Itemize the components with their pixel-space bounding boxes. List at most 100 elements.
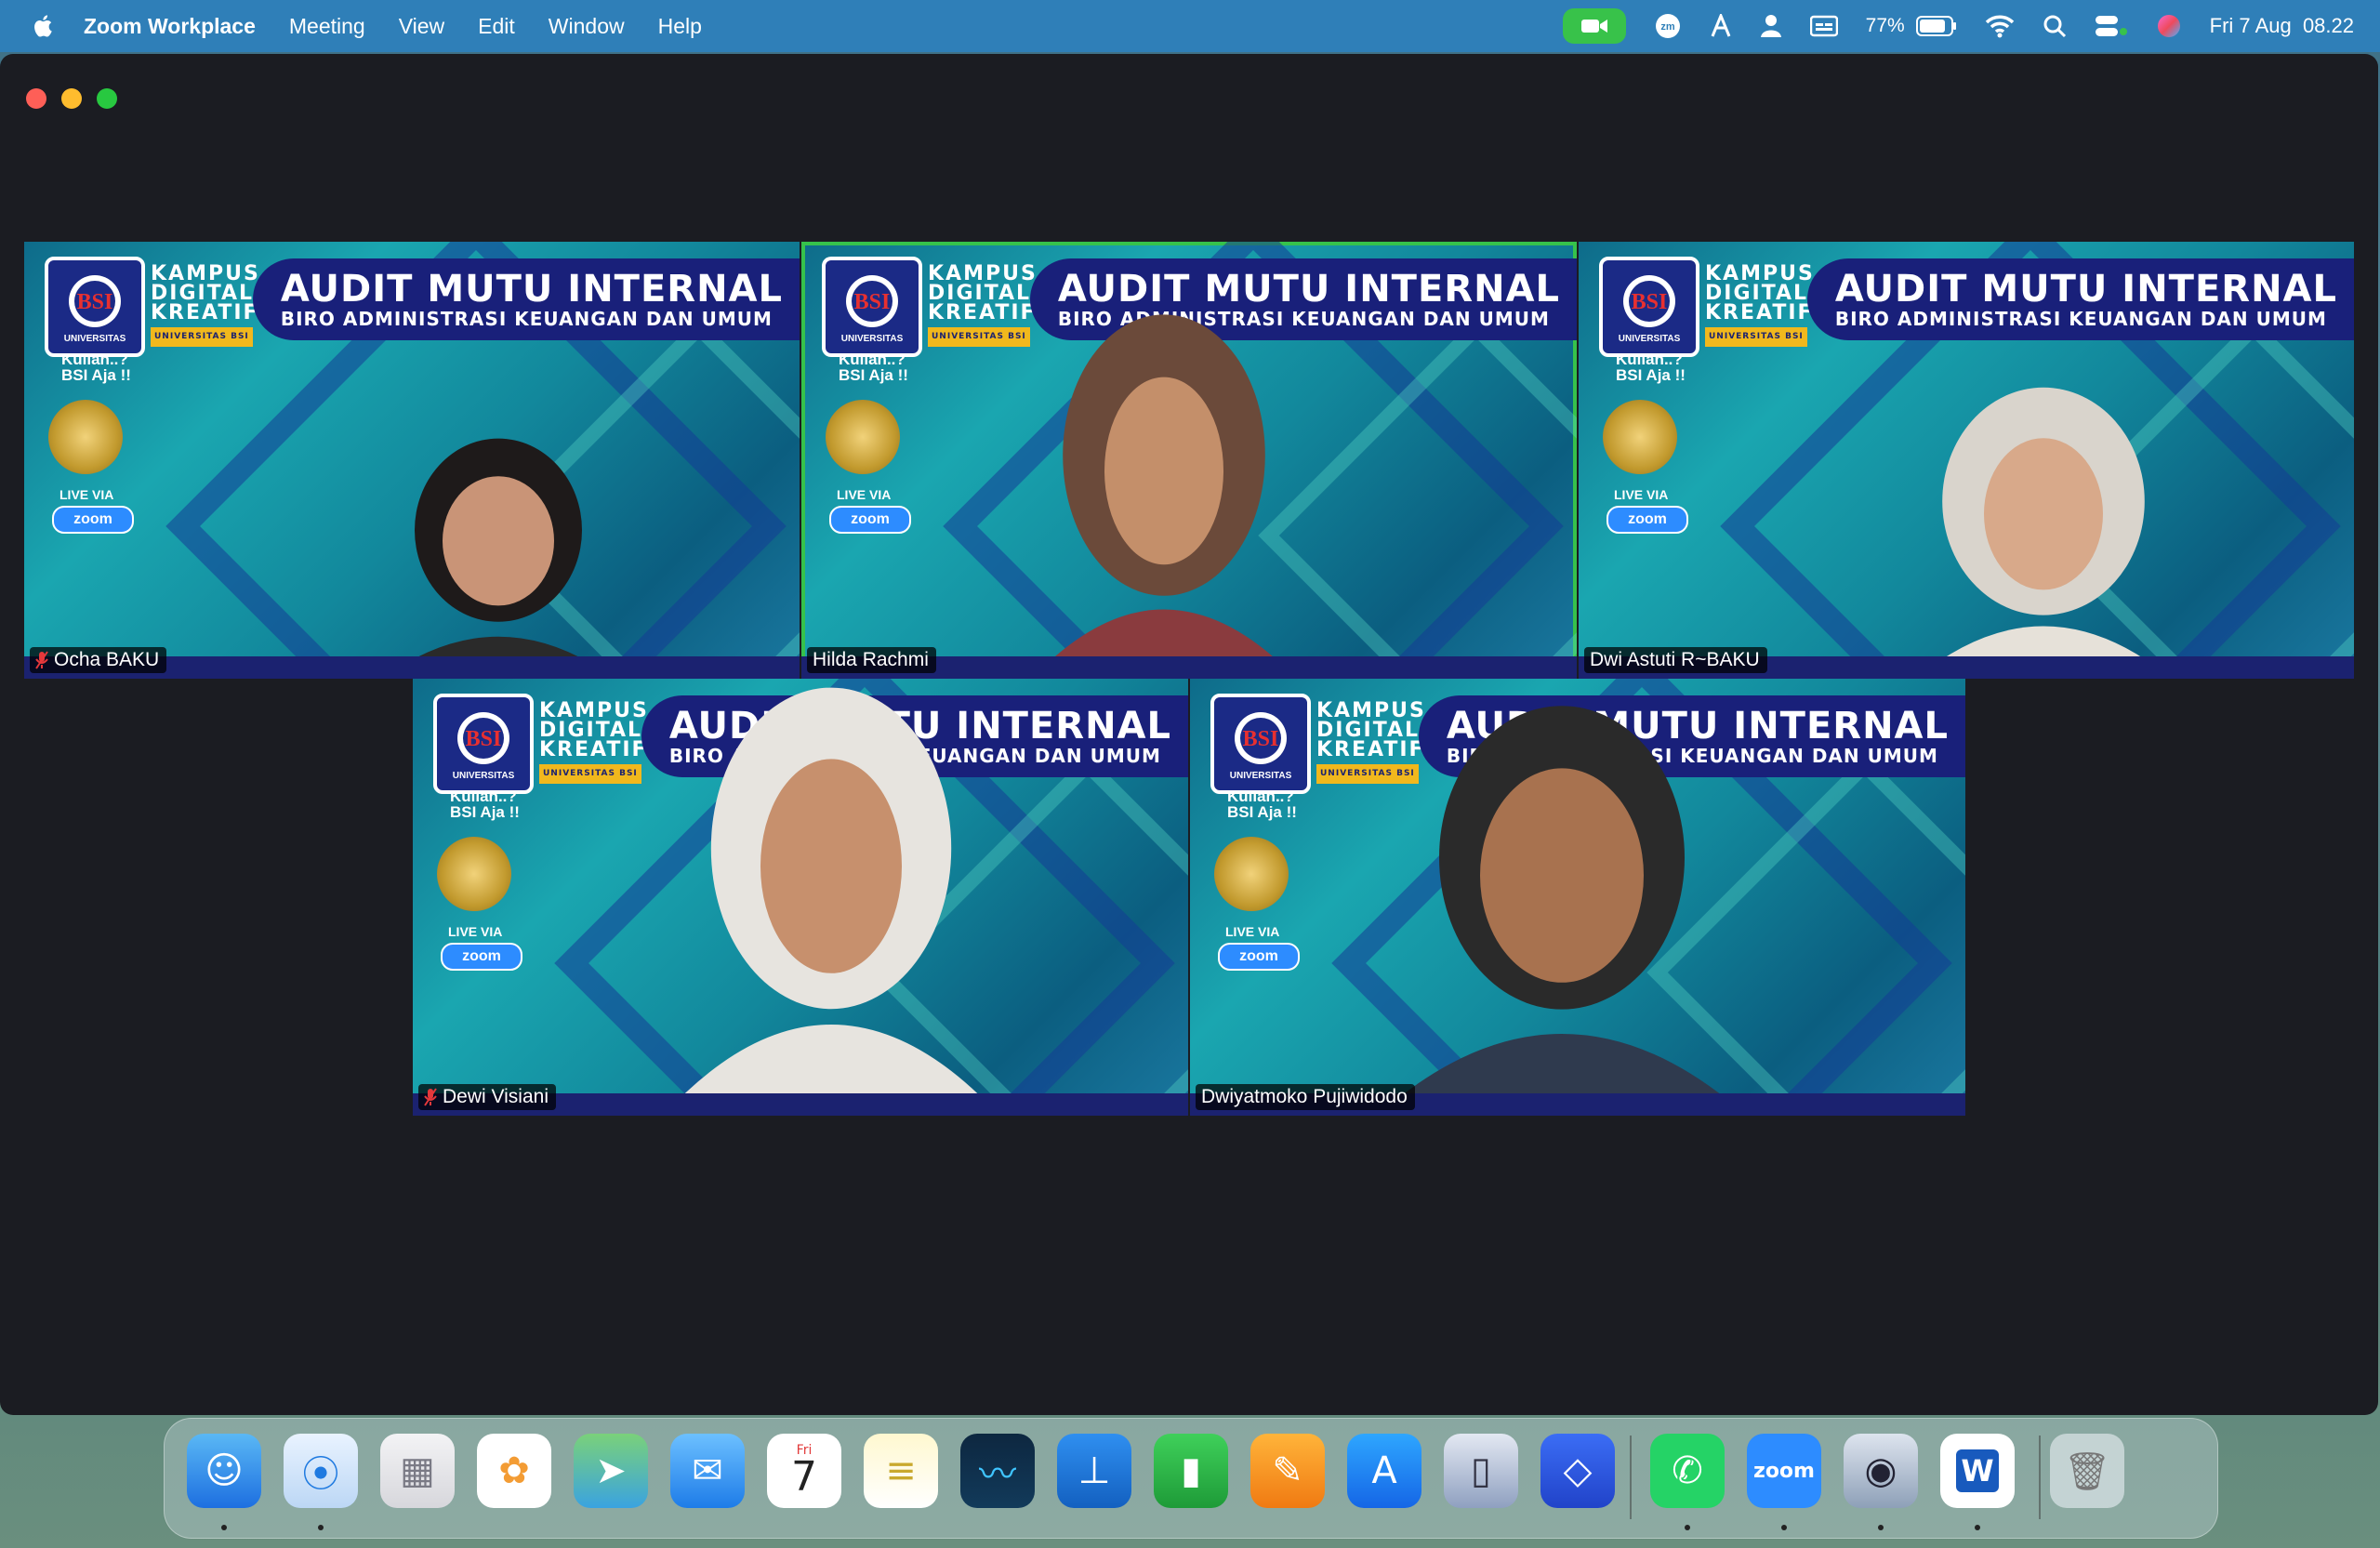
kuliah-bsi-text: Kuliah..? BSI Aja !! [839,351,908,384]
participant-video-feed [359,428,638,679]
participant-name-label: Hilda Rachmi [807,647,936,673]
dock-numbers-icon[interactable]: ▮ [1154,1434,1228,1508]
menu-view[interactable]: View [399,14,444,39]
kuliah-bsi-text: Kuliah..? BSI Aja !! [1616,351,1686,384]
dock-running-indicator [1975,1525,1980,1530]
audit-banner: AUDIT MUTU INTERNAL BIRO ADMINISTRASI KE… [252,258,800,340]
participant-video-tile[interactable]: BSI UNIVERSITAS KAMPUS DIGITAL KREATIF UNIV… [1579,242,2354,679]
dock-running-indicator [318,1525,324,1530]
dock-disk-utility-icon[interactable]: ◉ [1844,1434,1918,1508]
kampus-digital-kreatif-text: KAMPUS DIGITAL KREATIF UNIVERSITAS BSI [151,264,260,347]
svg-text:BSI: BSI [1243,727,1279,751]
dock-maps-icon[interactable]: ➤ [574,1434,648,1508]
accreditation-medal-icon [48,400,123,474]
accreditation-medal-icon [826,400,900,474]
search-icon[interactable] [2043,14,2067,38]
zoom-video-icon[interactable] [1562,8,1626,44]
participant-name-label: Dwiyatmoko Pujiwidodo [1196,1084,1415,1110]
zoom-logo-badge: zoom [52,506,134,534]
svg-text:UNIVERSITAS: UNIVERSITAS [841,334,904,344]
accreditation-medal-icon [1603,400,1677,474]
dock-separator [2039,1436,2041,1519]
wifi-icon[interactable] [1985,14,2015,38]
dock-running-indicator [1685,1525,1690,1530]
dock-mail-icon[interactable]: ✉ [670,1434,745,1508]
text-a-icon[interactable] [1710,14,1732,38]
zoom-window-button[interactable] [97,88,117,109]
university-logo: BSI UNIVERSITAS [433,694,534,794]
menu-edit[interactable]: Edit [478,14,515,39]
dock-freeform-icon[interactable]: 〰 [960,1434,1035,1508]
dock-pages-icon[interactable]: ✎ [1250,1434,1325,1508]
participant-name-label: Ocha BAKU [30,647,167,673]
battery-percent: 77% [1865,15,1905,36]
participant-name-label: Dwi Astuti R~BAKU [1584,647,1767,673]
zoom-meeting-window: BSI UNIVERSITAS KAMPUS DIGITAL KREATIF UNIV… [0,54,2378,1415]
dock-running-indicator [1781,1525,1787,1530]
dock-trash-icon[interactable]: 🗑 [2050,1434,2124,1508]
svg-text:UNIVERSITAS: UNIVERSITAS [1619,334,1681,344]
dock-safari-icon[interactable]: ⦿ [284,1434,358,1508]
kampus-digital-kreatif-text: KAMPUS DIGITAL KREATIF UNIVERSITAS BSI [1705,264,1815,347]
dock-finder-icon[interactable]: ☺ [187,1434,261,1508]
menubar-status-area: zm 77% Fri 7 Aug 08.22 [1562,0,2354,52]
participant-video-feed [1895,381,2192,679]
battery-icon[interactable] [1915,16,1957,36]
kuliah-bsi-text: Kuliah..? BSI Aja !! [61,351,131,384]
menubar-clock[interactable]: Fri 7 Aug 08.22 [2210,14,2354,38]
dock-calendar-icon[interactable]: Fri 7 [767,1434,841,1508]
live-via-text: LIVE VIA [448,924,503,939]
live-via-text: LIVE VIA [1225,924,1280,939]
zoom-logo-badge: zoom [1606,506,1688,534]
university-logo: BSI UNIVERSITAS [45,257,145,357]
svg-text:UNIVERSITAS: UNIVERSITAS [453,771,515,781]
participant-video-feed [1015,307,1313,679]
participant-video-feed [654,679,1008,1116]
participant-video-tile[interactable]: BSI UNIVERSITAS KAMPUS DIGITAL KREATIF UNIV… [24,242,800,679]
dock-photos-icon[interactable]: ✿ [477,1434,551,1508]
menu-window[interactable]: Window [549,14,625,39]
dock-zoom-icon[interactable]: zoom [1747,1434,1821,1508]
university-logo: BSI UNIVERSITAS [822,257,922,357]
participant-video-tile[interactable]: BSI UNIVERSITAS KAMPUS DIGITAL KREATIF UNIV… [1190,679,1965,1116]
minimize-window-button[interactable] [61,88,82,109]
zoom-zm-icon[interactable]: zm [1654,12,1682,40]
dock-running-indicator [221,1525,227,1530]
dock-launchpad-icon[interactable]: ▦ [380,1434,455,1508]
dock-word-icon[interactable]: W [1940,1434,2015,1508]
audit-banner: AUDIT MUTU INTERNAL BIRO ADMINISTRASI KE… [1806,258,2354,340]
close-window-button[interactable] [26,88,46,109]
dock-keynote-icon[interactable]: ⊥ [1057,1434,1131,1508]
zoom-logo-badge: zoom [441,943,522,971]
participant-name-label: Dewi Visiani [418,1084,556,1110]
kuliah-bsi-text: Kuliah..? BSI Aja !! [1227,787,1297,821]
zoom-logo-badge: zoom [829,506,911,534]
live-via-text: LIVE VIA [837,487,892,502]
menu-help[interactable]: Help [658,14,702,39]
dock-separator [1630,1436,1632,1519]
dock-screen-sharing-icon[interactable]: ◇ [1540,1434,1615,1508]
svg-text:BSI: BSI [77,290,113,314]
participant-video-tile[interactable]: BSI UNIVERSITAS KAMPUS DIGITAL KREATIF UNIV… [413,679,1188,1116]
svg-text:UNIVERSITAS: UNIVERSITAS [64,334,126,344]
macos-dock: ☺ ⦿ ▦ ✿ ➤ ✉ Fri 7 ≡ 〰 ⊥ ▮ ✎ A ▯ ◇ ✆ zoom ◉ W 🗑 [164,1418,2218,1539]
menu-bar: Zoom Workplace Meeting View Edit Window … [0,0,2380,52]
apple-icon[interactable] [30,12,58,40]
participant-video-tile[interactable]: BSI UNIVERSITAS KAMPUS DIGITAL KREATIF UNIV… [801,242,1577,679]
dock-whatsapp-icon[interactable]: ✆ [1650,1434,1725,1508]
siri-icon[interactable] [2156,13,2182,39]
menu-meeting[interactable]: Meeting [289,14,365,39]
user-icon[interactable] [1760,14,1782,38]
muted-mic-icon [424,1088,437,1106]
live-via-text: LIVE VIA [1614,487,1669,502]
svg-text:BSI: BSI [1632,290,1668,314]
dock-notes-icon[interactable]: ≡ [864,1434,938,1508]
dock-simulator-icon[interactable]: ▯ [1444,1434,1518,1508]
svg-text:zm: zm [1660,21,1675,33]
control-center-icon[interactable] [2095,14,2128,38]
caption-icon[interactable] [1809,15,1838,37]
university-logo: BSI UNIVERSITAS [1599,257,1699,357]
dock-app-store-icon[interactable]: A [1347,1434,1421,1508]
svg-text:UNIVERSITAS: UNIVERSITAS [1230,771,1292,781]
app-name[interactable]: Zoom Workplace [84,14,256,39]
